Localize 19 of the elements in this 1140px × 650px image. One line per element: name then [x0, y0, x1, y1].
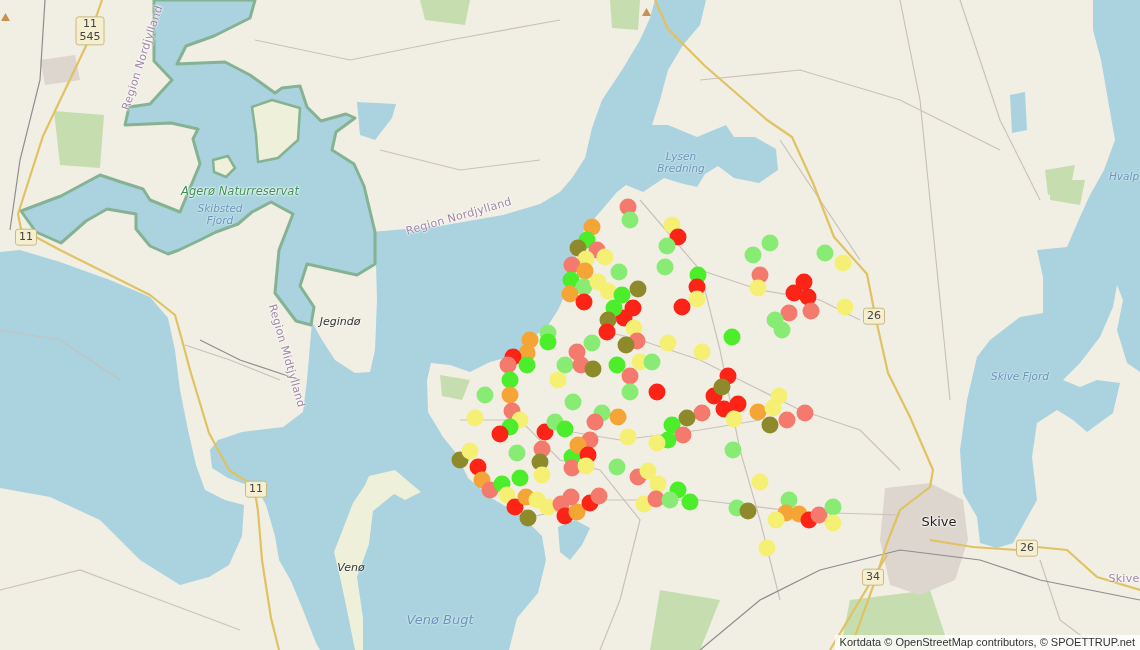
triangle-icon: [1, 13, 10, 21]
route-shield: 11 545: [75, 16, 105, 46]
route-shield: 34: [862, 568, 884, 586]
route-shield: 26: [1016, 539, 1038, 557]
water-label: Skibsted Fjord: [197, 201, 243, 227]
place-label: Venø: [337, 561, 365, 575]
place-label: Jegindø: [319, 315, 361, 329]
region-label: Skive: [1108, 572, 1140, 586]
route-shield: 11: [245, 480, 267, 498]
map-attribution: Kortdata © OpenStreetMap contributors, © SPOETTRUP.net: [834, 635, 1140, 650]
reserve-label: Agerø Naturreservat: [181, 185, 299, 199]
water-label: Hvalp: [1108, 169, 1140, 183]
town-label: Skive: [921, 514, 957, 530]
water-label: Skive Fjord: [991, 369, 1049, 383]
water-label: Venø Bugt: [406, 612, 474, 628]
route-shield: 26: [863, 307, 885, 325]
water-label: Lysen Bredning: [657, 149, 705, 175]
route-shield: 11: [15, 228, 37, 246]
triangle-icon: [642, 8, 651, 16]
